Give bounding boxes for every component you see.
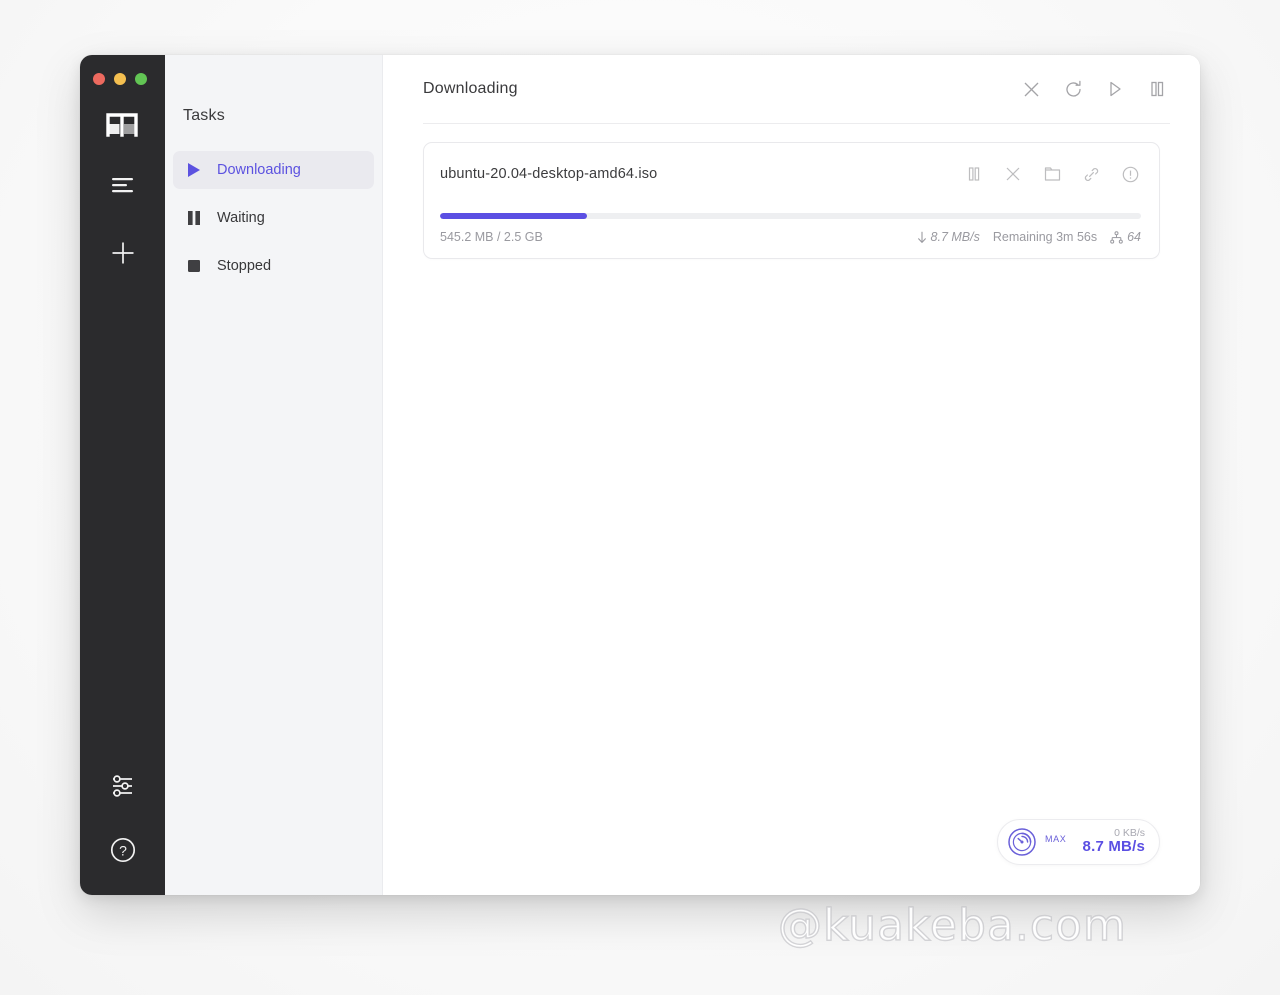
link-icon	[1084, 167, 1098, 181]
info-icon	[1122, 166, 1138, 182]
rail-item-preferences[interactable]	[102, 765, 144, 807]
speed-values: 0 KB/s 8.7 MB/s	[1082, 827, 1145, 857]
sidebar-item-label: Downloading	[217, 162, 301, 178]
rail-item-list[interactable]	[102, 164, 144, 206]
desktop-background: ? Tasks Downloading Waiting Stopped Down…	[0, 0, 1280, 995]
sidebar-item-stopped[interactable]: Stopped	[173, 247, 374, 285]
task-card[interactable]: ubuntu-20.04-desktop-amd64.iso 545.2 MB …	[423, 142, 1160, 259]
sidebar-item-downloading[interactable]: Downloading	[173, 151, 374, 189]
play-icon	[1110, 81, 1121, 97]
refresh-icon	[1065, 80, 1081, 97]
task-pause-button[interactable]	[963, 163, 985, 185]
sidebar-item-waiting[interactable]: Waiting	[173, 199, 374, 237]
task-list: ubuntu-20.04-desktop-amd64.iso 545.2 MB …	[383, 124, 1200, 259]
svg-text:?: ?	[119, 842, 127, 858]
app-rail: ?	[80, 55, 165, 895]
app-logo-icon	[105, 110, 140, 138]
task-remaining-stat: Remaining 3m 56s	[993, 230, 1097, 244]
sidebar-nav: Downloading Waiting Stopped	[165, 151, 382, 285]
task-filename: ubuntu-20.04-desktop-amd64.iso	[440, 166, 658, 182]
header-pause-button[interactable]	[1144, 76, 1170, 102]
plus-icon	[112, 242, 133, 264]
task-remaining-value: Remaining 3m 56s	[992, 230, 1098, 244]
task-delete-button[interactable]	[1002, 163, 1024, 185]
task-size-text: 545.2 MB / 2.5 GB	[440, 230, 543, 244]
list-icon	[111, 178, 133, 193]
stop-icon	[185, 257, 203, 275]
minimize-window-button[interactable]	[114, 73, 126, 85]
app-window: ? Tasks Downloading Waiting Stopped Down…	[80, 55, 1200, 895]
progress-bar	[440, 213, 1141, 219]
help-circle-icon: ?	[110, 837, 135, 863]
close-window-button[interactable]	[93, 73, 105, 85]
sliders-icon	[112, 775, 132, 797]
sidebar-item-label: Stopped	[217, 258, 272, 274]
header-delete-button[interactable]	[1018, 76, 1044, 102]
task-card-footer: 545.2 MB / 2.5 GB 8.7 MB/s Remaining 3m …	[440, 230, 1141, 244]
task-folder-button[interactable]	[1041, 163, 1063, 185]
task-speed-value: 8.7 MB/s	[930, 230, 980, 244]
task-peers-value: 64	[1127, 230, 1141, 244]
watermark-text: @kuakeba.com	[777, 899, 1127, 951]
header-actions	[1018, 76, 1170, 102]
sidebar-item-label: Waiting	[217, 210, 265, 226]
pause-icon	[968, 167, 980, 181]
task-card-header: ubuntu-20.04-desktop-amd64.iso	[440, 163, 1141, 185]
main-header: Downloading	[383, 55, 1200, 123]
download-arrow-icon	[917, 231, 926, 243]
sidebar-title: Tasks	[183, 107, 225, 124]
main-content: Downloading ubuntu-20.04-desktop-amd64.i…	[383, 55, 1200, 895]
task-stats: 8.7 MB/s Remaining 3m 56s 64	[917, 230, 1141, 244]
rail-item-add[interactable]	[102, 232, 144, 274]
close-icon	[1024, 82, 1038, 96]
header-refresh-button[interactable]	[1060, 76, 1086, 102]
pause-icon	[1151, 81, 1164, 97]
traffic-lights	[93, 73, 147, 85]
play-icon	[185, 161, 203, 179]
speedometer-icon	[1008, 828, 1036, 856]
folder-icon	[1044, 167, 1060, 181]
task-speed-stat: 8.7 MB/s	[917, 230, 980, 244]
tasks-sidebar: Tasks Downloading Waiting Stopped	[165, 55, 383, 895]
close-icon	[1006, 167, 1020, 181]
rail-item-help[interactable]: ?	[102, 829, 144, 871]
task-peers-stat: 64	[1110, 230, 1141, 244]
speed-max-label: MAX	[1045, 834, 1067, 844]
peers-icon	[1110, 230, 1123, 244]
task-info-button[interactable]	[1119, 163, 1141, 185]
download-speed-value: 8.7 MB/s	[1082, 838, 1145, 856]
task-actions	[963, 163, 1141, 185]
pause-icon	[185, 209, 203, 227]
progress-bar-fill	[440, 213, 588, 219]
header-resume-button[interactable]	[1102, 76, 1128, 102]
maximize-window-button[interactable]	[135, 73, 147, 85]
task-copy-link-button[interactable]	[1080, 163, 1102, 185]
page-title: Downloading	[423, 80, 518, 97]
speed-indicator[interactable]: MAX 0 KB/s 8.7 MB/s	[997, 819, 1160, 865]
rail-bottom-group: ?	[102, 765, 144, 871]
